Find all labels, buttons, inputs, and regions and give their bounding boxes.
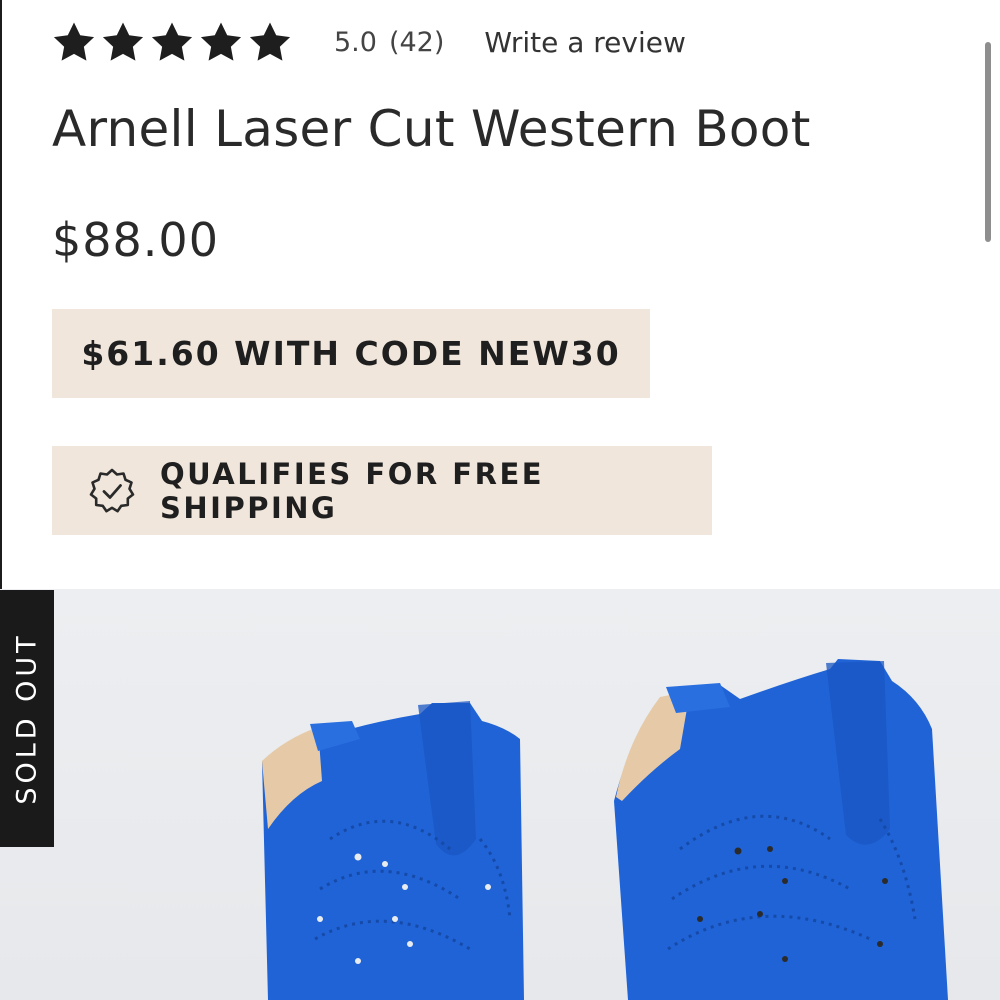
review-count[interactable]: (42) — [389, 27, 444, 58]
sold-out-badge: SOLD OUT — [0, 590, 54, 847]
write-review-link[interactable]: Write a review — [484, 26, 685, 59]
star-icon — [52, 21, 96, 63]
right-boot — [614, 659, 948, 1000]
rating-row: 5.0 (42) Write a review — [52, 16, 686, 68]
rating-value: 5.0 — [334, 26, 377, 58]
scrollbar-thumb[interactable] — [985, 42, 991, 242]
star-icon — [101, 21, 145, 63]
star-rating[interactable] — [52, 21, 292, 63]
star-icon — [199, 21, 243, 63]
promo-code-text: $61.60 WITH CODE NEW30 — [81, 334, 621, 373]
product-price: $88.00 — [52, 213, 219, 267]
product-title: Arnell Laser Cut Western Boot — [52, 100, 811, 158]
product-image[interactable] — [0, 589, 1000, 1000]
sold-out-label: SOLD OUT — [11, 632, 43, 805]
promo-code-banner[interactable]: $61.60 WITH CODE NEW30 — [52, 309, 650, 398]
star-icon — [248, 21, 292, 63]
left-boot — [262, 701, 524, 1000]
free-shipping-text: QUALIFIES FOR FREE SHIPPING — [160, 456, 545, 525]
star-icon — [150, 21, 194, 63]
verified-badge-check-icon — [88, 467, 136, 515]
free-shipping-banner: QUALIFIES FOR FREE SHIPPING — [52, 446, 712, 535]
